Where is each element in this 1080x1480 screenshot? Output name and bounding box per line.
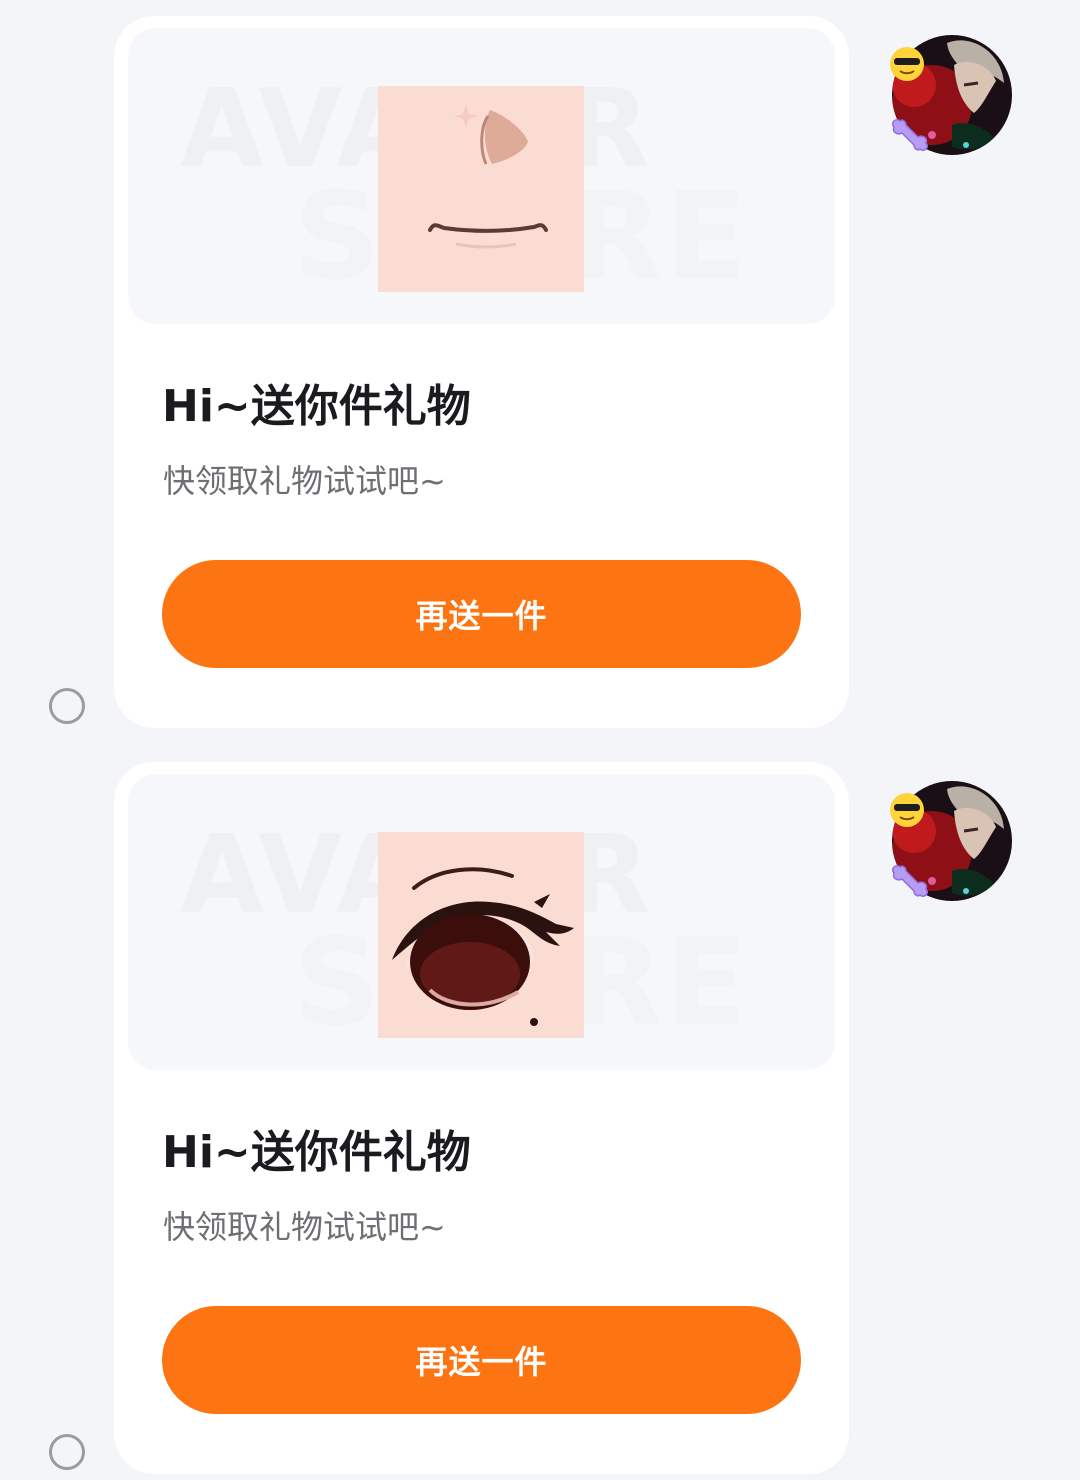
gift-card[interactable]: AVATAR STORE Hi~送你件礼物 bbox=[114, 16, 849, 728]
face-mouth-nose-icon bbox=[378, 86, 584, 292]
gift-subtitle: 快领取礼物试试吧~ bbox=[163, 1208, 446, 1246]
send-another-button[interactable]: 再送一件 bbox=[162, 560, 801, 668]
bone-sticker-icon bbox=[891, 118, 929, 152]
chat-screen: AVATAR STORE Hi~送你件礼物 bbox=[0, 0, 1080, 1480]
gift-preview: AVATAR STORE bbox=[128, 28, 835, 324]
send-another-button[interactable]: 再送一件 bbox=[162, 1306, 801, 1414]
select-message-radio[interactable] bbox=[49, 688, 85, 724]
cool-emoji-icon bbox=[890, 793, 924, 827]
gift-message: AVATAR STORE Hi~送你件礼物 bbox=[0, 0, 1080, 745]
gift-subtitle: 快领取礼物试试吧~ bbox=[163, 462, 446, 500]
cool-emoji-icon bbox=[890, 47, 924, 81]
gift-preview: AVATAR STORE bbox=[128, 774, 835, 1070]
gift-card[interactable]: AVATAR STORE bbox=[114, 762, 849, 1474]
gift-message: AVATAR STORE bbox=[0, 746, 1080, 1480]
select-message-radio[interactable] bbox=[49, 1434, 85, 1470]
anime-eye-icon bbox=[378, 832, 584, 1038]
bone-sticker-icon bbox=[891, 864, 929, 898]
avatar[interactable] bbox=[890, 781, 1012, 901]
gift-title: Hi~送你件礼物 bbox=[162, 1127, 471, 1178]
avatar[interactable] bbox=[890, 35, 1012, 155]
gift-title: Hi~送你件礼物 bbox=[162, 381, 471, 432]
